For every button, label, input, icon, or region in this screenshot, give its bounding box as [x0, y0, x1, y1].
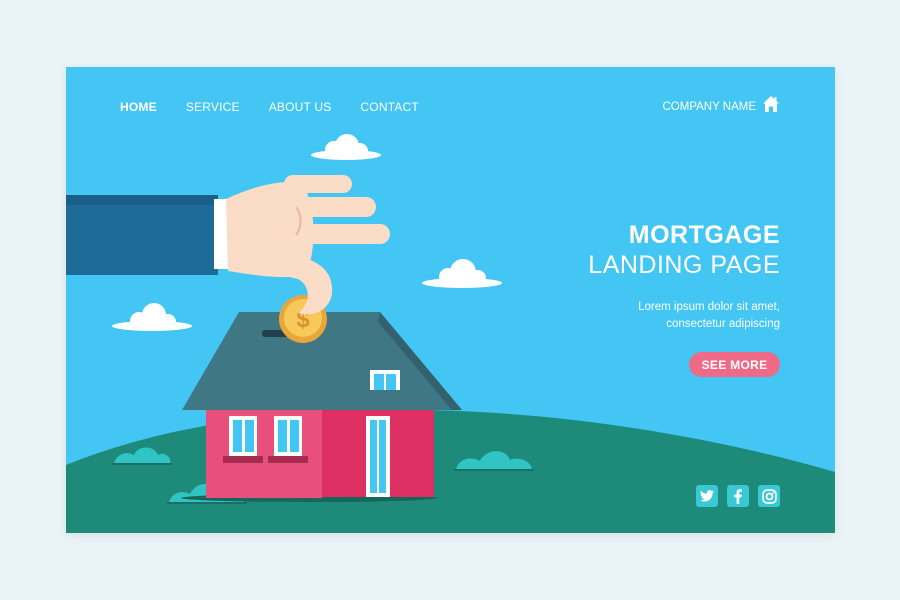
house-icon	[763, 96, 779, 112]
nav-item-contact[interactable]: CONTACT	[360, 100, 419, 114]
ground-hill	[66, 409, 835, 533]
cloud-icon	[112, 303, 192, 331]
nav-item-about-us[interactable]: ABOUT US	[269, 100, 332, 114]
instagram-icon[interactable]	[758, 485, 780, 507]
hero-title-bold: MORTGAGE	[628, 221, 780, 249]
see-more-button[interactable]: SEE MORE	[689, 352, 780, 377]
hero-subtitle-line: consectetur adipiscing	[666, 317, 780, 330]
twitter-icon[interactable]	[696, 485, 718, 507]
hero-title-light: LANDING PAGE	[588, 251, 780, 279]
house-illustration	[181, 312, 462, 502]
company-name: COMPANY NAME	[662, 101, 756, 113]
nav-item-home[interactable]: HOME	[120, 100, 157, 114]
facebook-icon[interactable]	[727, 485, 749, 507]
hand-illustration	[66, 175, 390, 315]
landing-page: $ HOME SERVICE ABOUT US CONTACT COMPANY …	[66, 67, 835, 533]
hero-title: MORTGAGE LANDING PAGE	[588, 220, 780, 280]
nav-item-service[interactable]: SERVICE	[186, 100, 240, 114]
hero-subtitle: Lorem ipsum dolor sit amet, consectetur …	[638, 299, 780, 332]
cloud-icon	[422, 259, 502, 288]
company-brand[interactable]: COMPANY NAME	[662, 95, 780, 113]
hero-subtitle-line: Lorem ipsum dolor sit amet,	[638, 301, 780, 313]
social-links	[696, 485, 780, 507]
cloud-icon	[311, 134, 381, 160]
main-nav: HOME SERVICE ABOUT US CONTACT	[120, 100, 419, 114]
